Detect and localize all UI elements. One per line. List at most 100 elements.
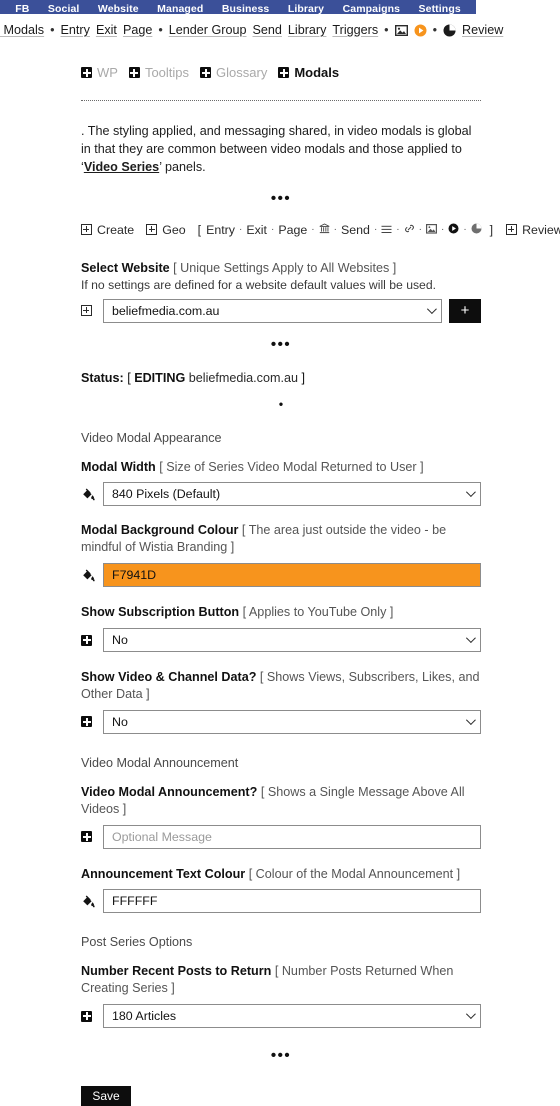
select-website-label: Select Website — [81, 260, 170, 275]
modal-bg-control-row: F7941D — [81, 563, 481, 588]
channel-data-dropdown[interactable]: No — [103, 709, 481, 734]
save-button[interactable]: Save — [81, 1086, 131, 1106]
action-create-label: Create — [97, 222, 135, 237]
content-column: WP Tooltips Glossary Modals . The stylin… — [81, 46, 560, 1106]
action-dot-1: · — [239, 224, 243, 236]
subnav-link-library[interactable]: Library — [288, 23, 327, 37]
select-website-hint: [ Unique Settings Apply to All Websites … — [173, 260, 397, 275]
select-website-dropdown[interactable]: beliefmedia.com.au — [103, 298, 442, 323]
channel-data-value: No — [112, 714, 128, 729]
announcement-colour-input[interactable]: FFFFFF — [103, 889, 481, 914]
select-website-label-row: Select Website [ Unique Settings Apply t… — [81, 260, 481, 277]
subnav-link-page[interactable]: Page — [123, 23, 152, 37]
announcement-text-colour-group: Announcement Text Colour [ Colour of the… — [81, 866, 481, 914]
dot-separator-single: • — [278, 396, 284, 411]
announcement-colour-label: Announcement Text Colour — [81, 866, 246, 881]
pie-chart-icon[interactable] — [471, 223, 482, 237]
intro-paragraph: . The styling applied, and messaging sha… — [81, 123, 481, 177]
nav-item-website[interactable]: Website — [89, 4, 148, 14]
modal-bg-label-row: Modal Background Colour [ The area just … — [81, 522, 481, 556]
subscription-label: Show Subscription Button — [81, 605, 240, 620]
announcement-message-label-row: Video Modal Announcement? [ Shows a Sing… — [81, 784, 481, 818]
nav-item-library[interactable]: Library — [279, 4, 334, 14]
select-website-subtext: If no settings are defined for a website… — [81, 277, 437, 292]
recent-posts-control-row: 180 Articles — [81, 1004, 481, 1029]
action-dot-3: · — [311, 224, 315, 236]
image-icon[interactable] — [425, 223, 437, 237]
tab-modals[interactable]: Modals — [278, 65, 339, 80]
nav-item-fb[interactable]: FB — [6, 4, 39, 14]
status-bracket-close: ] — [301, 370, 305, 385]
paint-bucket-icon — [81, 894, 96, 908]
intro-link-video-series[interactable]: Video Series — [84, 160, 159, 174]
subnav-link-lender-group[interactable]: Lender Group — [169, 23, 247, 37]
announcement-colour-label-row: Announcement Text Colour [ Colour of the… — [81, 866, 481, 883]
chevron-down-icon — [465, 487, 476, 498]
paint-bucket-icon — [81, 487, 96, 501]
modal-bg-colour-input[interactable]: F7941D — [103, 563, 481, 588]
tab-wp[interactable]: WP — [81, 65, 118, 80]
action-exit[interactable]: Exit — [246, 223, 267, 237]
bank-icon[interactable] — [319, 223, 330, 237]
divider-dotted — [81, 100, 481, 101]
subnav-link-review[interactable]: Review — [462, 23, 503, 37]
tab-tooltips[interactable]: Tooltips — [128, 65, 190, 80]
action-page[interactable]: Page — [278, 223, 307, 237]
chevron-down-icon — [465, 1009, 476, 1020]
bracket-close: ] — [489, 222, 494, 237]
announcement-message-label: Video Modal Announcement? — [81, 784, 258, 799]
chevron-down-icon — [465, 633, 476, 644]
plus-outline-icon — [81, 224, 92, 236]
announcement-message-input[interactable]: Optional Message — [103, 824, 481, 849]
nav-item-business[interactable]: Business — [213, 4, 279, 14]
action-toolbar: Create Geo [ Entry · Exit · Page · · Sen… — [81, 222, 560, 237]
list-icon[interactable] — [381, 223, 392, 237]
action-send[interactable]: Send — [341, 223, 370, 237]
nav-item-managed[interactable]: Managed — [148, 4, 213, 14]
tab-wp-label: WP — [97, 65, 118, 80]
play-circle-icon[interactable] — [448, 223, 459, 237]
action-geo-label: Geo — [162, 222, 186, 237]
subnav-link-video-modals[interactable]: eo Modals — [0, 23, 44, 37]
status-row: Status: [ EDITING beliefmedia.com.au ] — [81, 371, 481, 385]
pie-chart-icon[interactable] — [443, 24, 456, 37]
subnav-separator-4: • — [432, 23, 437, 37]
subnav-link-exit[interactable]: Exit — [96, 23, 117, 37]
action-dot-9: · — [463, 224, 467, 236]
tab-tooltips-label: Tooltips — [144, 65, 190, 80]
subnav-link-entry[interactable]: Entry — [61, 23, 90, 37]
announcement-colour-value: FFFFFF — [112, 894, 158, 909]
recent-posts-group: Number Recent Posts to Return [ Number P… — [81, 963, 481, 1029]
section-video-modal-announcement: Video Modal Announcement — [81, 755, 239, 770]
action-review[interactable]: Review — [506, 223, 560, 237]
modal-width-hint: [ Size of Series Video Modal Returned to… — [159, 459, 424, 474]
recent-posts-dropdown[interactable]: 180 Articles — [103, 1004, 481, 1029]
play-circle-icon[interactable] — [414, 24, 427, 37]
primary-nav-bar: FB Social Website Managed Business Libra… — [0, 0, 476, 14]
bracket-open: [ — [197, 222, 202, 237]
nav-item-settings[interactable]: Settings — [409, 4, 470, 14]
modal-width-value: 840 Pixels (Default) — [112, 487, 221, 502]
subscription-dropdown[interactable]: No — [103, 628, 481, 652]
modal-width-dropdown[interactable]: 840 Pixels (Default) — [103, 482, 481, 507]
recent-posts-label-row: Number Recent Posts to Return [ Number P… — [81, 963, 481, 997]
subnav-separator-2: • — [158, 23, 163, 37]
nav-item-social[interactable]: Social — [39, 4, 89, 14]
select-website-value: beliefmedia.com.au — [112, 303, 220, 318]
plus-square-icon — [81, 1010, 96, 1022]
action-dot-7: · — [418, 224, 422, 236]
plus-outline-icon — [506, 224, 518, 236]
link-icon[interactable] — [404, 223, 415, 237]
action-geo[interactable]: Geo — [146, 222, 186, 237]
action-dot-5: · — [373, 224, 378, 236]
modal-bg-colour-value: F7941D — [112, 568, 157, 583]
image-icon[interactable] — [394, 24, 408, 36]
subnav-link-send[interactable]: Send — [253, 23, 282, 37]
action-create[interactable]: Create — [81, 223, 134, 237]
nav-item-campaigns[interactable]: Campaigns — [333, 4, 409, 14]
intro-text-after: ’ panels. — [159, 159, 206, 174]
tab-glossary[interactable]: Glossary — [200, 65, 267, 80]
add-website-button[interactable]: + — [449, 298, 481, 323]
action-entry[interactable]: Entry — [206, 223, 235, 237]
subnav-link-triggers[interactable]: Triggers — [332, 23, 378, 37]
